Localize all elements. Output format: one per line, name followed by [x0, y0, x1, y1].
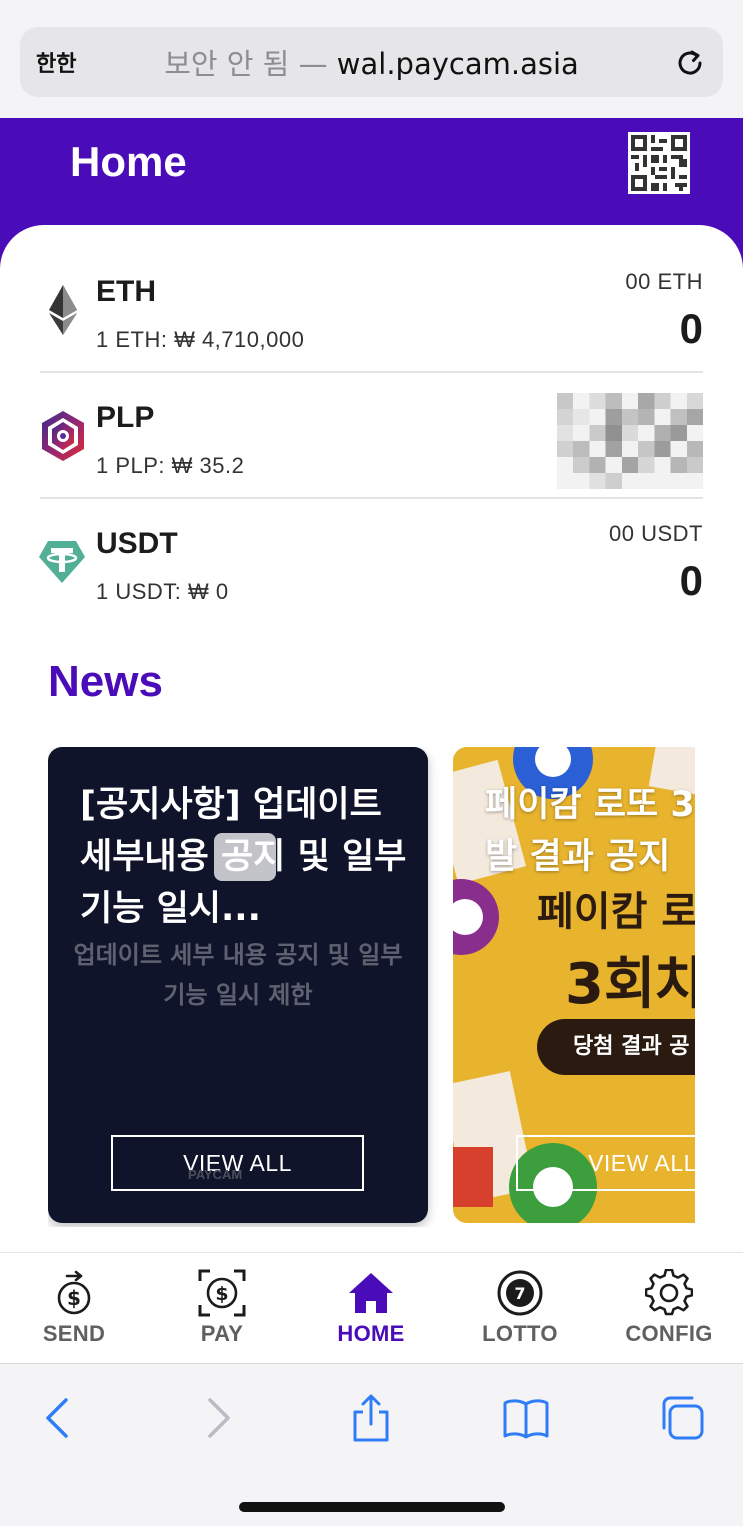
forward-icon[interactable] [194, 1394, 242, 1442]
promo-title: 페이캄 로 [537, 889, 695, 935]
tabs-icon[interactable] [658, 1394, 706, 1442]
news-carousel[interactable]: [공지사항] 업데이트 세부내용 공지 및 일부기능 일시... 업데이트 세부… [48, 747, 695, 1227]
bottom-tab-bar: $ SEND $ PAY HOME 7 LOTTO CONFIG [0, 1252, 743, 1364]
asset-amount: 0 [679, 305, 703, 352]
url-domain: wal.paycam.asia [336, 47, 579, 81]
asset-row-eth[interactable]: ETH 1 ETH: ₩ 4,710,000 00 ETH 0 [40, 247, 703, 373]
asset-rate: 1 PLP: ₩ 35.2 [96, 453, 245, 478]
asset-symbol: USDT [96, 527, 178, 560]
obscured-balance [557, 393, 703, 489]
browser-top-bar: 한한 보안 안 됨 — wal.paycam.asia [0, 0, 743, 118]
back-icon[interactable] [34, 1394, 82, 1442]
reload-icon[interactable] [673, 46, 707, 80]
tab-lotto[interactable]: 7 LOTTO [446, 1253, 594, 1365]
asset-row-usdt[interactable]: USDT 1 USDT: ₩ 0 00 USDT 0 [39, 499, 703, 625]
asset-symbol: ETH [96, 275, 156, 308]
tab-config[interactable]: CONFIG [595, 1253, 743, 1365]
insecure-label: 보안 안 됨 [164, 47, 290, 81]
asset-rate: 1 USDT: ₩ 0 [96, 579, 229, 604]
asset-unit-label: 00 USDT [609, 521, 703, 546]
news-card[interactable]: 페이캄 로또 3 발 결과 공지 페이캄 로 3회차 당첨 결과 공 VIEW … [453, 747, 695, 1223]
asset-row-plp[interactable]: PLP 1 PLP: ₩ 35.2 [40, 373, 703, 499]
asset-rate: 1 ETH: ₩ 4,710,000 [96, 327, 305, 352]
view-all-button[interactable]: VIEW ALL [516, 1135, 695, 1191]
tab-pay[interactable]: $ PAY [148, 1253, 296, 1365]
plp-icon [42, 411, 84, 461]
video-play-icon [214, 833, 276, 881]
promo-result-pill: 당첨 결과 공 [537, 1019, 695, 1075]
main-content: ETH 1 ETH: ₩ 4,710,000 00 ETH 0 PLP 1 PL… [0, 225, 743, 1255]
paycam-watermark: PAYCAM [188, 1167, 243, 1182]
tab-label: SEND [42, 1321, 106, 1346]
lotto-icon: 7 [497, 1270, 543, 1316]
tab-label: PAY [200, 1321, 244, 1346]
address-bar[interactable]: 한한 보안 안 됨 — wal.paycam.asia [20, 27, 723, 97]
svg-text:7: 7 [514, 1284, 525, 1303]
news-card-subtitle: 업데이트 세부 내용 공지 및 일부 기능 일시 제한 [73, 941, 403, 1009]
url-separator: — [298, 47, 328, 81]
browser-bottom-toolbar [0, 1364, 743, 1526]
gear-icon [645, 1269, 693, 1316]
tether-icon [39, 541, 85, 583]
qr-code-icon[interactable] [628, 132, 690, 194]
news-section-title: News [48, 657, 163, 706]
news-card-headline: 페이캄 로또 3 발 결과 공지 [485, 779, 695, 883]
page-title: Home [70, 138, 187, 185]
tab-label: HOME [337, 1321, 405, 1346]
news-card[interactable]: [공지사항] 업데이트 세부내용 공지 및 일부기능 일시... 업데이트 세부… [48, 747, 428, 1223]
share-icon[interactable] [347, 1394, 395, 1442]
promo-round: 3회차 [565, 952, 695, 1017]
news-card-headline-line1: 페이캄 로또 3 [485, 785, 695, 825]
ethereum-icon [49, 285, 77, 335]
asset-symbol: PLP [96, 401, 155, 434]
bookmarks-icon[interactable] [502, 1394, 550, 1442]
pay-icon: $ [198, 1269, 246, 1317]
tab-label: CONFIG [625, 1321, 713, 1346]
news-card-headline-line2: 발 결과 공지 [485, 837, 671, 877]
home-icon [349, 1273, 393, 1313]
tab-send[interactable]: $ SEND [0, 1253, 148, 1365]
tab-label: LOTTO [482, 1321, 558, 1346]
view-all-button[interactable]: VIEW ALL [111, 1135, 364, 1191]
send-icon: $ [57, 1270, 91, 1315]
asset-amount: 0 [679, 557, 703, 604]
svg-text:$: $ [67, 1286, 81, 1310]
tab-home[interactable]: HOME [297, 1253, 445, 1365]
url-text[interactable]: 보안 안 됨 — wal.paycam.asia [20, 41, 723, 83]
asset-unit-label: 00 ETH [625, 269, 703, 294]
home-indicator [239, 1502, 505, 1512]
svg-text:$: $ [215, 1283, 228, 1305]
